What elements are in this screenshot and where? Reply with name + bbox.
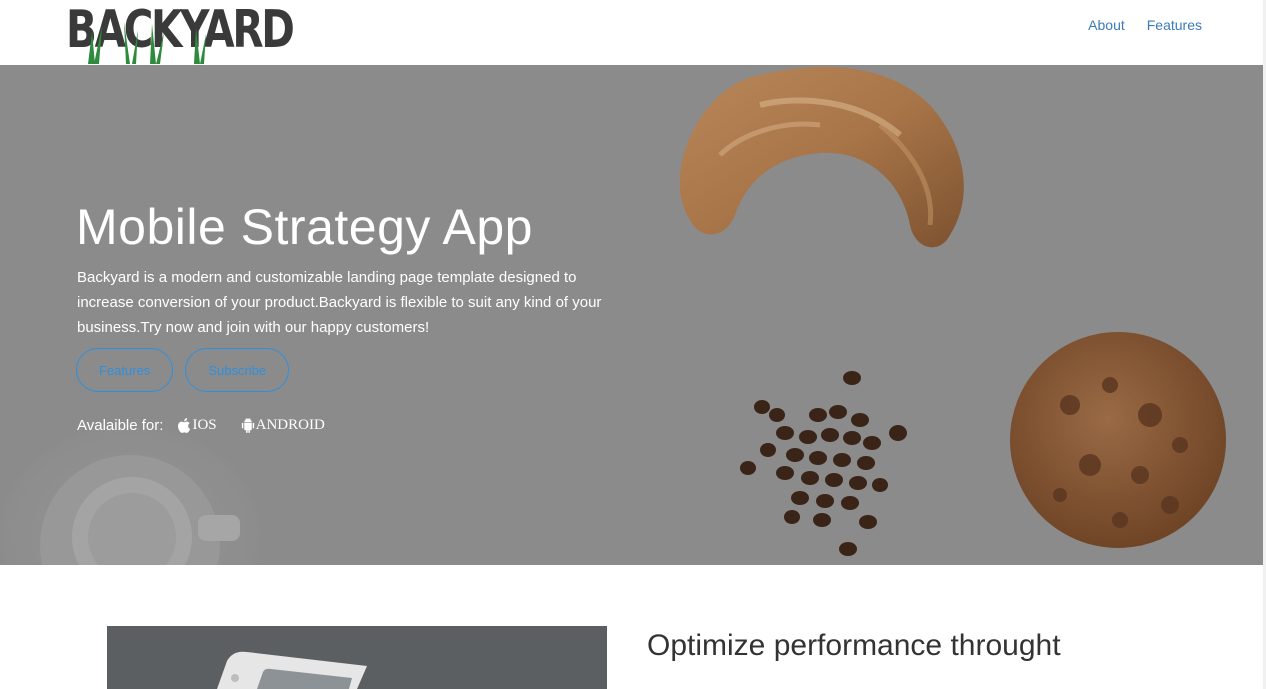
android-label: ANDROID <box>255 417 325 433</box>
nav-link-features[interactable]: Features <box>1147 17 1202 33</box>
android-icon <box>241 418 254 433</box>
hero-buttons: Features Subscribe <box>76 348 290 392</box>
feature-phone-image <box>107 626 607 689</box>
subscribe-button[interactable]: Subscribe <box>185 348 290 392</box>
ios-link[interactable]: IOS <box>177 417 217 434</box>
top-navbar: BACKYARD About Features <box>0 0 1266 65</box>
apple-icon <box>178 418 191 433</box>
nav-link-about[interactable]: About <box>1088 17 1125 33</box>
android-link[interactable]: ANDROID <box>241 417 325 434</box>
grass-icon <box>88 22 206 64</box>
feature-heading: Optimize performance throught <box>647 629 1061 662</box>
phone-image-graphic <box>107 626 607 689</box>
main-nav: About Features <box>1088 17 1202 33</box>
backyard-logo[interactable]: BACKYARD <box>66 0 295 64</box>
available-label: Avalaible for: <box>77 417 164 434</box>
features-button[interactable]: Features <box>76 348 174 392</box>
availability-row: Avalaible for: IOS ANDROID <box>77 417 325 434</box>
hero-description: Backyard is a modern and customizable la… <box>77 269 602 336</box>
hero-section: Mobile Strategy App Backyard is a modern… <box>0 65 1263 565</box>
hero-title: Mobile Strategy App <box>76 199 533 255</box>
ios-label: IOS <box>192 417 217 433</box>
